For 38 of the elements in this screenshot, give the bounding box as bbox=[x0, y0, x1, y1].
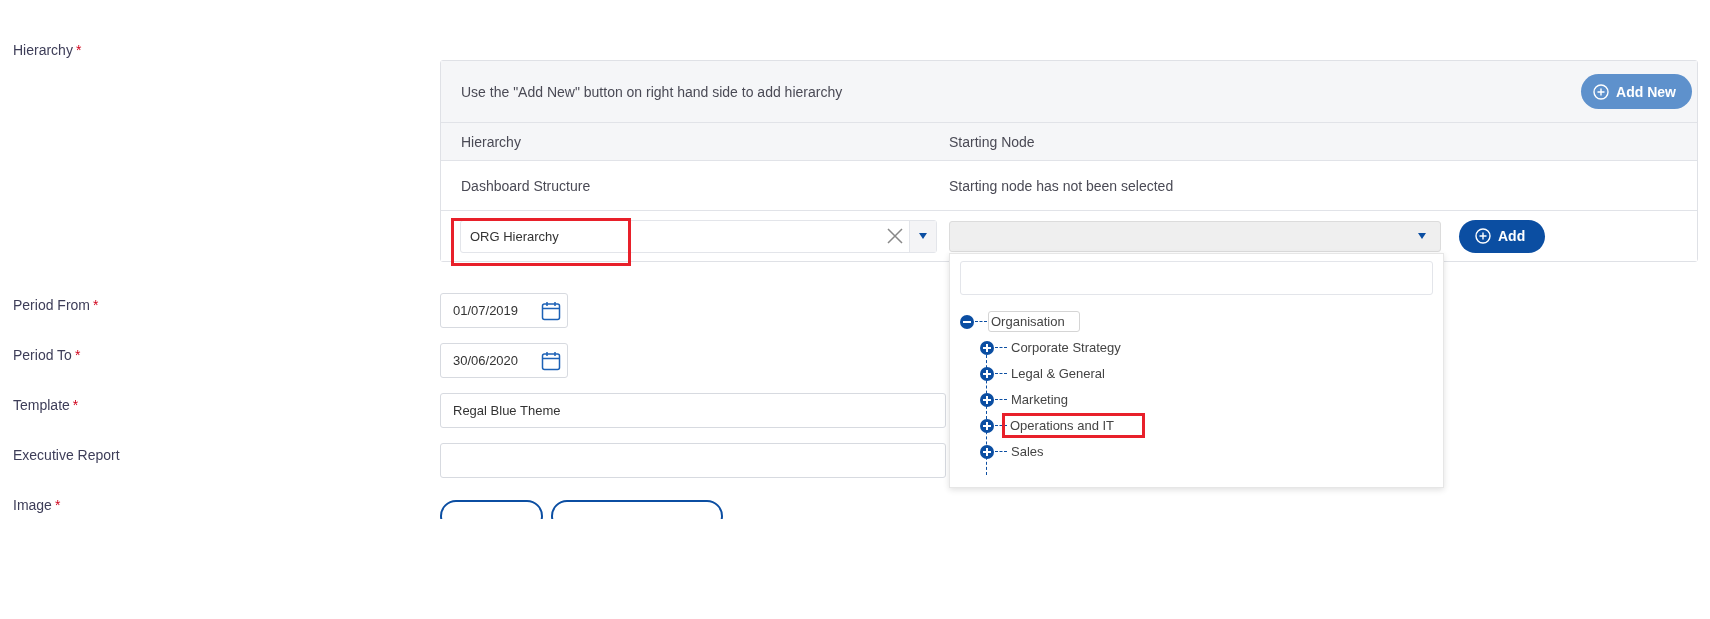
expand-icon[interactable] bbox=[980, 444, 994, 459]
plus-circle-icon bbox=[1593, 83, 1610, 100]
tree-node[interactable]: Marketing bbox=[1008, 389, 1084, 410]
expand-icon[interactable] bbox=[980, 366, 994, 381]
caret-icon bbox=[919, 233, 927, 239]
tree-node[interactable]: Operations and IT bbox=[1002, 413, 1146, 438]
tree-node[interactable]: Corporate Strategy bbox=[1008, 337, 1136, 358]
expand-icon[interactable] bbox=[980, 340, 994, 355]
plus-circle-icon bbox=[1475, 228, 1491, 244]
field-label: Period To * bbox=[13, 346, 82, 365]
input-field[interactable] bbox=[440, 443, 946, 478]
column-header: Hierarchy bbox=[461, 133, 521, 150]
table-cell: Dashboard Structure bbox=[461, 177, 591, 194]
node-select[interactable] bbox=[949, 220, 1441, 252]
date-field[interactable]: 30/06/2020 bbox=[440, 343, 568, 378]
clear-icon[interactable] bbox=[887, 228, 903, 244]
field-label: Image * bbox=[13, 496, 62, 515]
column-header: Starting Node bbox=[949, 133, 1035, 150]
hint-text: Use the "Add New" button on right hand side to add hierarchy bbox=[461, 83, 843, 100]
search-field[interactable] bbox=[960, 260, 1433, 295]
calendar-icon[interactable] bbox=[541, 350, 561, 371]
caret-icon bbox=[1418, 233, 1426, 239]
expand-icon[interactable] bbox=[980, 392, 994, 407]
template-field[interactable]: Regal Blue Theme bbox=[440, 393, 946, 428]
field-label: Executive Report bbox=[13, 446, 121, 465]
collapse-icon[interactable] bbox=[960, 314, 974, 329]
expand-icon[interactable] bbox=[980, 418, 994, 433]
tree-node[interactable]: Organisation bbox=[988, 311, 1080, 332]
calendar-icon[interactable] bbox=[541, 300, 561, 321]
field-label: Template * bbox=[13, 396, 80, 415]
field-label: Period From * bbox=[13, 296, 100, 315]
field-label: Hierarchy * bbox=[13, 41, 83, 60]
table-cell: Starting node has not been selected bbox=[949, 177, 1174, 194]
date-field[interactable]: 01/07/2019 bbox=[440, 293, 568, 328]
tree-node[interactable]: Sales bbox=[1008, 441, 1059, 462]
tree-node[interactable]: Legal & General bbox=[1008, 363, 1120, 384]
hierarchy-select[interactable]: ORG Hierarchy bbox=[460, 219, 937, 253]
add-button[interactable]: Add bbox=[1459, 219, 1546, 253]
